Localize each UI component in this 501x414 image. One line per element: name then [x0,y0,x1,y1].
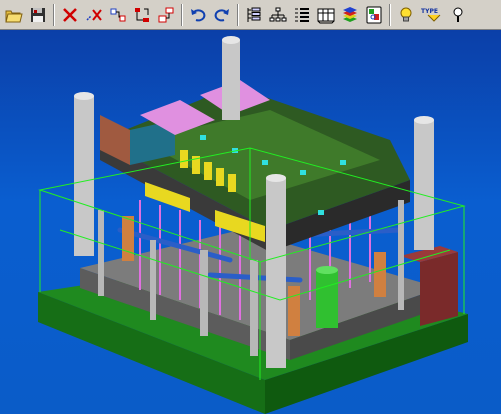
help-icon[interactable] [447,4,469,26]
hierarchy-icon[interactable] [267,4,289,26]
main-toolbar: TYPE [0,0,501,30]
bom-icon[interactable] [315,4,337,26]
layers-icon[interactable] [339,4,361,26]
toolbar-separator [389,3,391,26]
numbered-list-icon[interactable] [291,4,313,26]
move-tree-icon[interactable] [131,4,153,26]
mold-assembly-model [38,36,468,414]
copy-tree-icon[interactable] [155,4,177,26]
undo-icon[interactable] [187,4,209,26]
partial-delete-icon[interactable] [83,4,105,26]
type-icon[interactable]: TYPE [419,4,445,26]
mold-core [100,80,410,252]
delete-x-icon[interactable] [59,4,81,26]
toolbar-separator [181,3,183,26]
toolbar-separator [53,3,55,26]
lightbulb-icon[interactable] [395,4,417,26]
redo-icon[interactable] [211,4,233,26]
open-folder-icon[interactable] [3,4,25,26]
toolbar-separator [237,3,239,26]
connect-nodes-icon[interactable] [107,4,129,26]
properties-icon[interactable] [363,4,385,26]
type-label: TYPE [421,8,438,15]
save-disk-icon[interactable] [27,4,49,26]
3d-viewport[interactable] [0,30,501,414]
list-icon[interactable] [243,4,265,26]
